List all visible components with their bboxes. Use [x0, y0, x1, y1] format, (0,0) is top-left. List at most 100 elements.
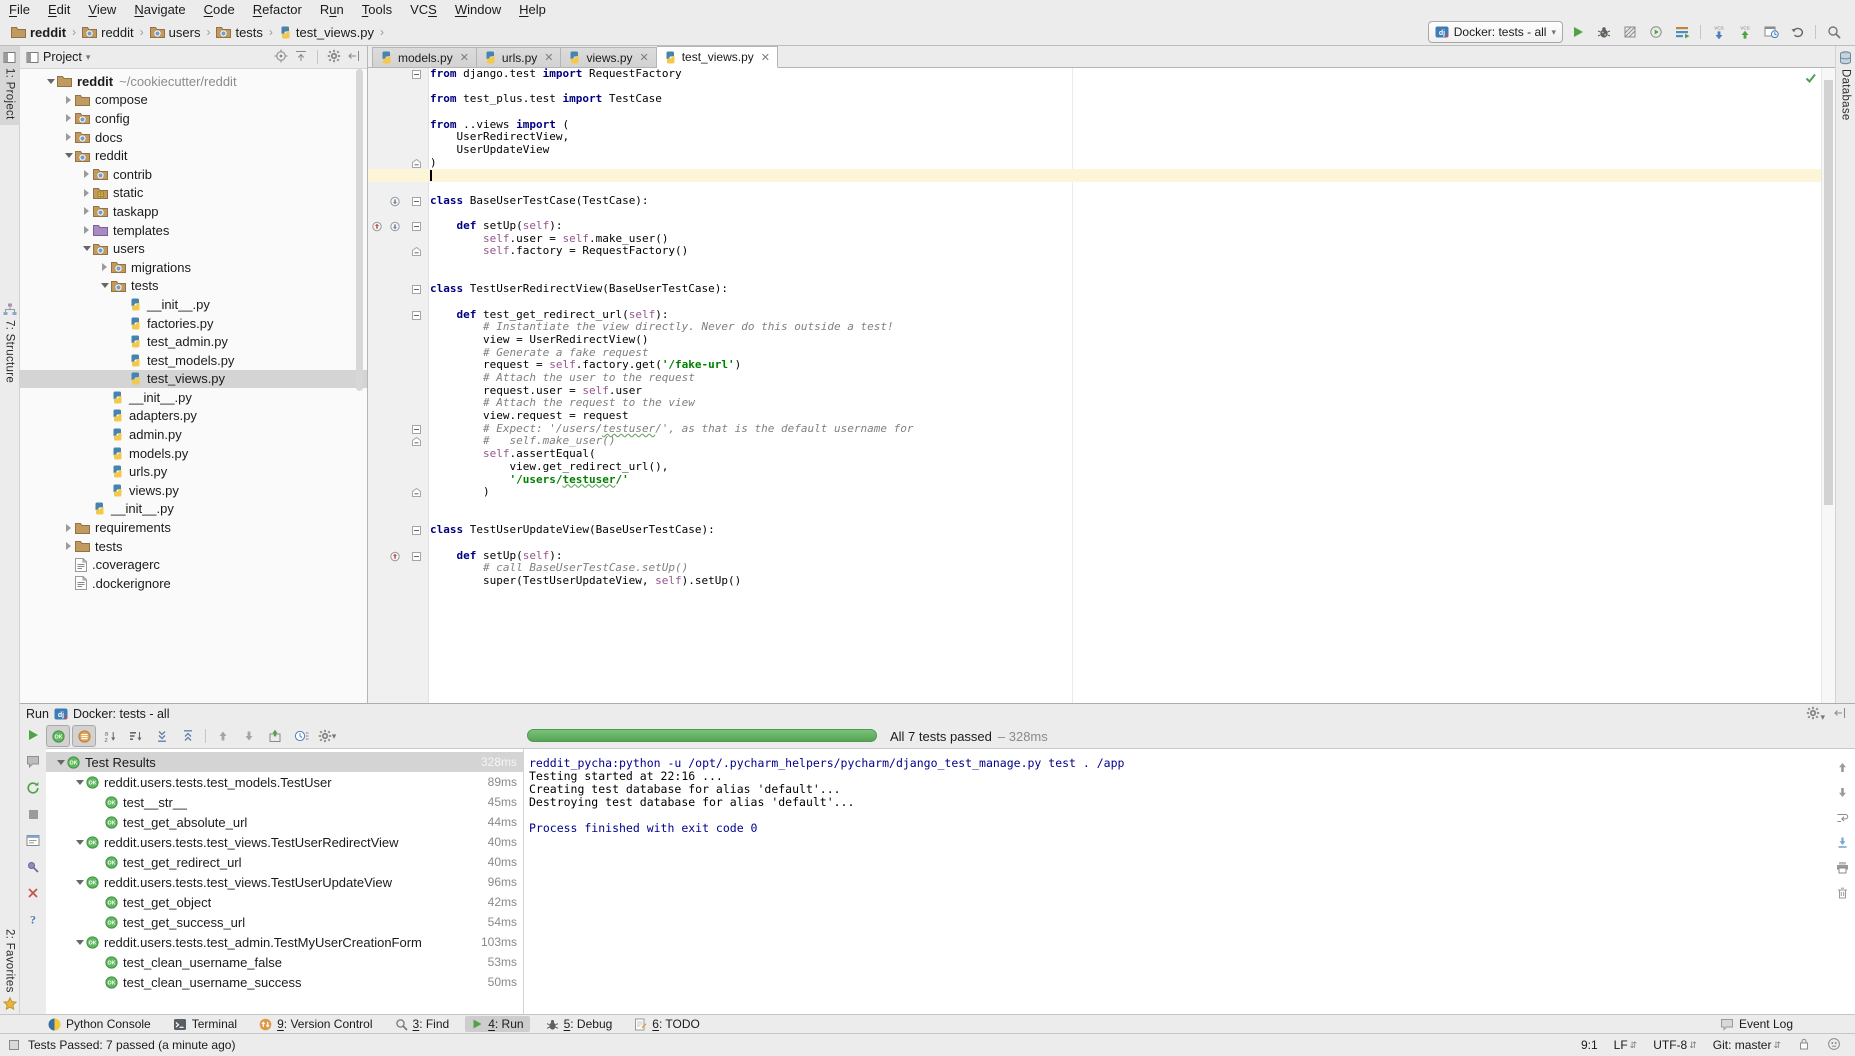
fold-end-icon[interactable]: [412, 159, 421, 168]
breadcrumb-item-reddit[interactable]: reddit: [8, 25, 69, 40]
rerun-button[interactable]: [26, 728, 40, 745]
test-result-row[interactable]: OKtest_get_redirect_url40ms: [46, 852, 523, 872]
collapse-all-button[interactable]: [176, 725, 200, 747]
menu-run[interactable]: Run: [311, 0, 353, 19]
project-tree-item-taskapp[interactable]: taskapp: [20, 202, 367, 221]
code-line[interactable]: super(TestUserUpdateView, self).setUp(): [368, 575, 1822, 588]
code-line[interactable]: [368, 499, 1822, 512]
editor-tab-urls.py[interactable]: urls.py✕: [477, 47, 562, 68]
project-tree-item-models.py[interactable]: models.py: [20, 444, 367, 463]
expand-all-button[interactable]: [150, 725, 174, 747]
collapse-arrow-icon[interactable]: [98, 283, 111, 288]
test-result-row[interactable]: OKtest_clean_username_false53ms: [46, 952, 523, 972]
project-tree-item-contrib[interactable]: contrib: [20, 165, 367, 184]
coverage-button[interactable]: [1619, 22, 1641, 42]
fold-region-icon[interactable]: [412, 552, 421, 561]
toolwindow-button-6-todo[interactable]: 6: TODO: [628, 1016, 706, 1032]
fold-end-icon[interactable]: [412, 488, 421, 497]
scroll-down-button[interactable]: [1836, 786, 1849, 802]
test-result-row[interactable]: OKtest_get_absolute_url44ms: [46, 812, 523, 832]
toolwindow-button-5-debug[interactable]: 5: Debug: [540, 1016, 619, 1032]
menu-navigate[interactable]: Navigate: [125, 0, 194, 19]
code-line[interactable]: UserUpdateView: [368, 144, 1822, 157]
show-ignored-button[interactable]: [72, 725, 96, 747]
history-button[interactable]: [1760, 22, 1782, 42]
scroll-to-end-button[interactable]: [1836, 836, 1849, 852]
toolwindow-tab-structure[interactable]: 7: Structure: [0, 298, 19, 388]
project-tree-item-reddit[interactable]: reddit~/cookiecutter/reddit: [20, 72, 367, 91]
code-line[interactable]: UserRedirectView,: [368, 131, 1822, 144]
menu-view[interactable]: View: [79, 0, 125, 19]
debug-button[interactable]: [1593, 22, 1615, 42]
code-line[interactable]: [368, 106, 1822, 119]
expand-arrow-icon[interactable]: [62, 542, 75, 550]
project-tree-item-urls.py[interactable]: urls.py: [20, 462, 367, 481]
close-button[interactable]: [27, 887, 39, 902]
editor-body[interactable]: from django.test import RequestFactory fr…: [368, 68, 1835, 703]
expand-arrow-icon[interactable]: [80, 207, 93, 215]
overriding-method-icon[interactable]: [372, 221, 382, 232]
project-tree-item-__init__.py[interactable]: __init__.py: [20, 295, 367, 314]
hector-inspector-button[interactable]: [1827, 1037, 1841, 1054]
project-tree-item-admin.py[interactable]: admin.py: [20, 425, 367, 444]
test-result-row[interactable]: OKtest__str__45ms: [46, 792, 523, 812]
overriding-method-icon[interactable]: [390, 551, 400, 562]
previous-failed-button[interactable]: [211, 725, 235, 747]
pin-button[interactable]: [26, 860, 40, 877]
show-passed-button[interactable]: OK: [46, 725, 70, 747]
expand-arrow-icon[interactable]: [62, 96, 75, 104]
project-tree-item-requirements[interactable]: requirements: [20, 518, 367, 537]
notifications-button[interactable]: [26, 755, 40, 771]
project-tree-item-docs[interactable]: docs: [20, 128, 367, 147]
menu-file[interactable]: File: [0, 0, 39, 19]
clear-all-button[interactable]: [1836, 886, 1849, 902]
breadcrumb-item-reddit[interactable]: reddit: [79, 25, 137, 40]
rollback-button[interactable]: [1786, 22, 1808, 42]
project-tree-item-compose[interactable]: compose: [20, 91, 367, 110]
settings-button[interactable]: [327, 49, 341, 66]
fold-end-icon[interactable]: [412, 437, 421, 446]
rerun-failed-button[interactable]: [26, 781, 40, 798]
overridden-method-icon[interactable]: [390, 196, 400, 207]
collapse-arrow-icon[interactable]: [80, 246, 93, 251]
sort-by-duration-button[interactable]: [124, 725, 148, 747]
project-tree-scrollbar[interactable]: [356, 69, 363, 391]
menu-vcs[interactable]: VCS: [401, 0, 446, 19]
code-line[interactable]: ): [368, 486, 1822, 499]
code-line[interactable]: from django.test import RequestFactory: [368, 68, 1822, 81]
toolwindow-button-terminal[interactable]: Terminal: [167, 1016, 243, 1032]
project-tree-item-adapters.py[interactable]: adapters.py: [20, 407, 367, 426]
test-result-row[interactable]: OKreddit.users.tests.test_views.TestUser…: [46, 832, 523, 852]
test-result-row[interactable]: OKtest_get_success_url54ms: [46, 912, 523, 932]
help-button[interactable]: ?: [26, 912, 40, 929]
test-result-row[interactable]: OKreddit.users.tests.test_views.TestUser…: [46, 872, 523, 892]
project-tree-item-migrations[interactable]: migrations: [20, 258, 367, 277]
menu-edit[interactable]: Edit: [39, 0, 79, 19]
event-log-button[interactable]: Event Log: [1720, 1017, 1793, 1031]
chevron-down-icon[interactable]: ▾: [86, 53, 91, 62]
expand-arrow-icon[interactable]: [80, 226, 93, 234]
print-button[interactable]: [1836, 861, 1849, 877]
code-line[interactable]: ): [368, 157, 1822, 170]
run-button[interactable]: [1567, 22, 1589, 42]
project-tree-item-templates[interactable]: templates: [20, 221, 367, 240]
test-history-button[interactable]: [289, 725, 313, 747]
status-widget-9-1[interactable]: 9:1: [1581, 1038, 1598, 1052]
code-line[interactable]: class TestUserUpdateView(BaseUserTestCas…: [368, 524, 1822, 537]
search-everywhere-button[interactable]: [1823, 22, 1845, 42]
toolwindow-tab-favorites[interactable]: 2: Favorites: [0, 929, 19, 1010]
expand-arrow-icon[interactable]: [80, 170, 93, 178]
collapse-arrow-icon[interactable]: [62, 153, 75, 158]
close-tab-icon[interactable]: ✕: [640, 51, 649, 64]
toolwindow-tab-project[interactable]: 1: Project: [0, 46, 19, 125]
code-line[interactable]: from ..views import (: [368, 119, 1822, 132]
fold-region-icon[interactable]: [412, 526, 421, 535]
project-tree-item-__init__.py[interactable]: __init__.py: [20, 388, 367, 407]
project-tree-item-views.py[interactable]: views.py: [20, 481, 367, 500]
status-widget-git-master[interactable]: Git: master⇵: [1713, 1038, 1781, 1052]
editor-tab-views.py[interactable]: views.py✕: [561, 47, 656, 68]
fold-region-icon[interactable]: [412, 285, 421, 294]
project-tree-item-.coveragerc[interactable]: .coveragerc: [20, 555, 367, 574]
expand-arrow-icon[interactable]: [62, 114, 75, 122]
toolwindow-tab-database[interactable]: Database: [1836, 46, 1855, 126]
